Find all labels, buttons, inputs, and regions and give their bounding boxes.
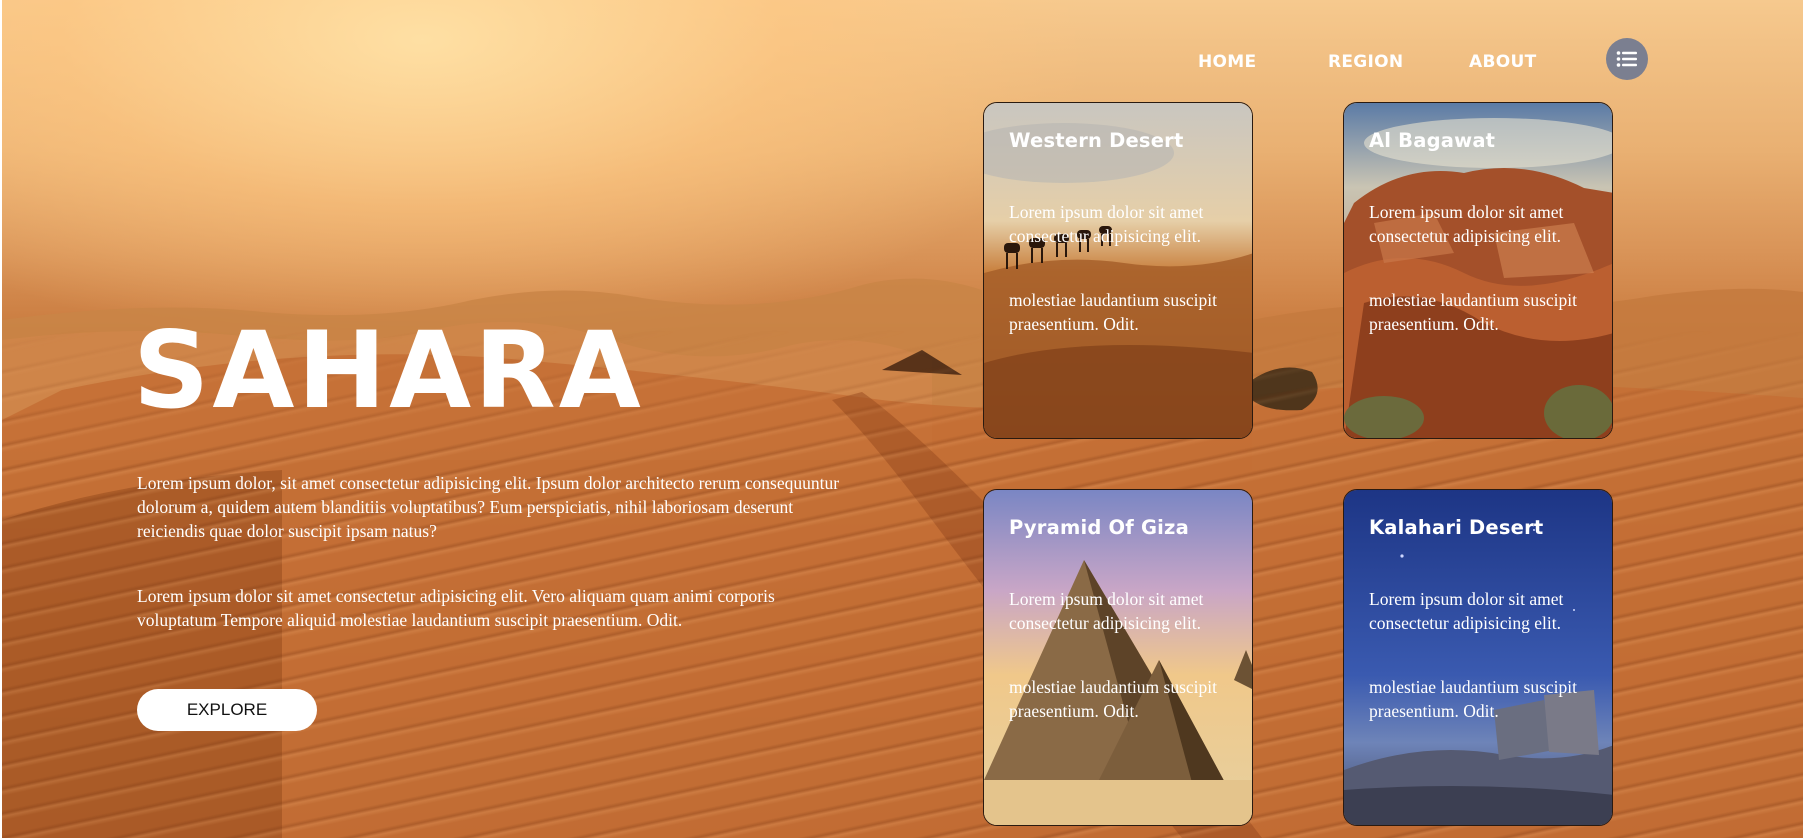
hero-title: SAHARA	[133, 309, 644, 432]
nav-region-link[interactable]: REGION	[1328, 52, 1403, 72]
card-western-desert[interactable]: Western Desert Lorem ipsum dolor sit ame…	[983, 102, 1253, 439]
card-title: Al Bagawat	[1369, 129, 1496, 152]
nav-home-link[interactable]: HOME	[1198, 52, 1256, 72]
camel-caravan-image	[984, 103, 1252, 438]
red-rock-image	[1344, 103, 1612, 438]
pyramid-image	[984, 490, 1252, 825]
card-text: Lorem ipsum dolor sit amet consectetur a…	[1009, 589, 1204, 633]
card-text: molestiae laudantium suscipit praesentiu…	[1009, 290, 1218, 334]
top-navigation: HOME REGION ABOUT	[0, 24, 1803, 80]
card-title: Kalahari Desert	[1369, 516, 1544, 539]
menu-button[interactable]	[1606, 38, 1648, 80]
card-title: Western Desert	[1009, 129, 1184, 152]
card-text: molestiae laudantium suscipit praesentiu…	[1369, 677, 1578, 721]
card-text: Lorem ipsum dolor sit amet consectetur a…	[1009, 202, 1204, 246]
card-text: molestiae laudantium suscipit praesentiu…	[1369, 290, 1578, 334]
list-icon	[1616, 51, 1637, 67]
card-pyramid-of-giza[interactable]: Pyramid Of Giza Lorem ipsum dolor sit am…	[983, 489, 1253, 826]
card-text: Lorem ipsum dolor sit amet consectetur a…	[1369, 202, 1564, 246]
hero-paragraph-1: Lorem ipsum dolor, sit amet consectetur …	[137, 473, 840, 541]
explore-button[interactable]: EXPLORE	[137, 689, 317, 731]
hero-paragraph-2: Lorem ipsum dolor sit amet consectetur a…	[137, 586, 775, 630]
card-text: Lorem ipsum dolor sit amet consectetur a…	[1369, 589, 1564, 633]
night-desert-image	[1344, 490, 1612, 825]
nav-about-link[interactable]: ABOUT	[1469, 52, 1536, 72]
card-text: molestiae laudantium suscipit praesentiu…	[1009, 677, 1218, 721]
card-kalahari-desert[interactable]: Kalahari Desert Lorem ipsum dolor sit am…	[1343, 489, 1613, 826]
card-al-bagawat[interactable]: Al Bagawat Lorem ipsum dolor sit amet co…	[1343, 102, 1613, 439]
card-title: Pyramid Of Giza	[1009, 516, 1189, 539]
